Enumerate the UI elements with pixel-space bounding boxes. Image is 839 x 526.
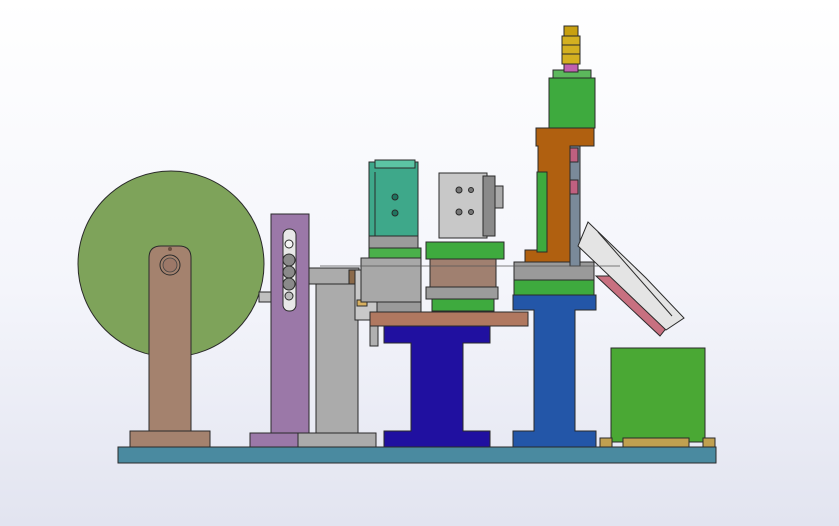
left-cylinder-slider — [368, 247, 422, 259]
right-cylinder-fitting — [494, 185, 504, 209]
top-cylinder-rod — [563, 63, 579, 73]
right-cylinder-side — [482, 175, 496, 237]
right-cylinder-port-4-icon — [468, 209, 474, 215]
grey-bracket-upright — [315, 267, 359, 434]
die-block-green-strip — [431, 298, 495, 312]
base-plate — [117, 446, 717, 464]
feed-rail-support-left — [369, 325, 379, 347]
die-block — [429, 258, 497, 288]
right-cylinder-port-1-icon — [455, 186, 463, 194]
collection-bin-foot-right — [702, 437, 716, 448]
base-plate-body — [117, 446, 717, 464]
top-fitting-body — [561, 35, 581, 65]
spool-axle-boss-icon — [162, 257, 178, 273]
spool-stand-arm — [148, 245, 192, 432]
guide-roller-1-icon — [282, 253, 296, 267]
guide-roller-4-icon — [284, 291, 294, 301]
left-cylinder-port-1-icon — [391, 193, 399, 201]
left-cylinder-lower-plate — [376, 301, 422, 313]
right-cylinder-green-plate — [425, 241, 505, 260]
spool-axle-pin-icon — [168, 247, 172, 251]
collection-bin-body — [610, 347, 706, 443]
die-block-base — [425, 286, 499, 300]
spool-stand-foot — [129, 430, 211, 448]
guide-roller-3-icon — [282, 277, 296, 291]
left-cylinder-assembly — [360, 159, 422, 313]
top-cylinder-body — [548, 77, 596, 129]
cad-viewport[interactable] — [0, 0, 839, 526]
press-column — [512, 261, 597, 448]
press-frame-green-insert — [536, 171, 548, 253]
collection-bin-foot-left — [599, 437, 613, 448]
left-cylinder-block — [360, 257, 422, 303]
guide-roller-2-icon — [282, 265, 296, 279]
right-cylinder-assembly — [425, 172, 505, 312]
collection-bin — [599, 347, 716, 448]
guide-stand-left-knob — [258, 291, 272, 303]
top-press-cylinder — [548, 25, 596, 129]
press-frame-pink-block-2 — [569, 179, 579, 195]
grey-bracket-pin — [348, 269, 356, 285]
press-frame-pink-block — [569, 147, 579, 163]
right-cylinder-port-2-icon — [455, 208, 463, 216]
left-cylinder-front-plate — [374, 159, 416, 169]
left-cylinder-mount — [368, 235, 419, 249]
center-pedestal — [383, 324, 491, 448]
center-pedestal-body — [383, 324, 491, 448]
right-cylinder-port-3-icon — [468, 187, 474, 193]
press-frame-steel-guide — [569, 145, 581, 267]
feed-rail — [369, 311, 529, 327]
press-column-grey-plate — [513, 261, 595, 281]
press-column-green-plate — [513, 279, 595, 296]
right-cylinder-body — [438, 172, 488, 239]
grey-bracket-foot — [297, 432, 377, 448]
machine-assembly-drawing — [77, 25, 717, 464]
guide-roller-top-icon — [284, 239, 294, 249]
top-fitting-nut — [563, 25, 579, 37]
left-cylinder-port-2-icon — [391, 209, 399, 217]
collection-bin-base — [622, 437, 690, 448]
